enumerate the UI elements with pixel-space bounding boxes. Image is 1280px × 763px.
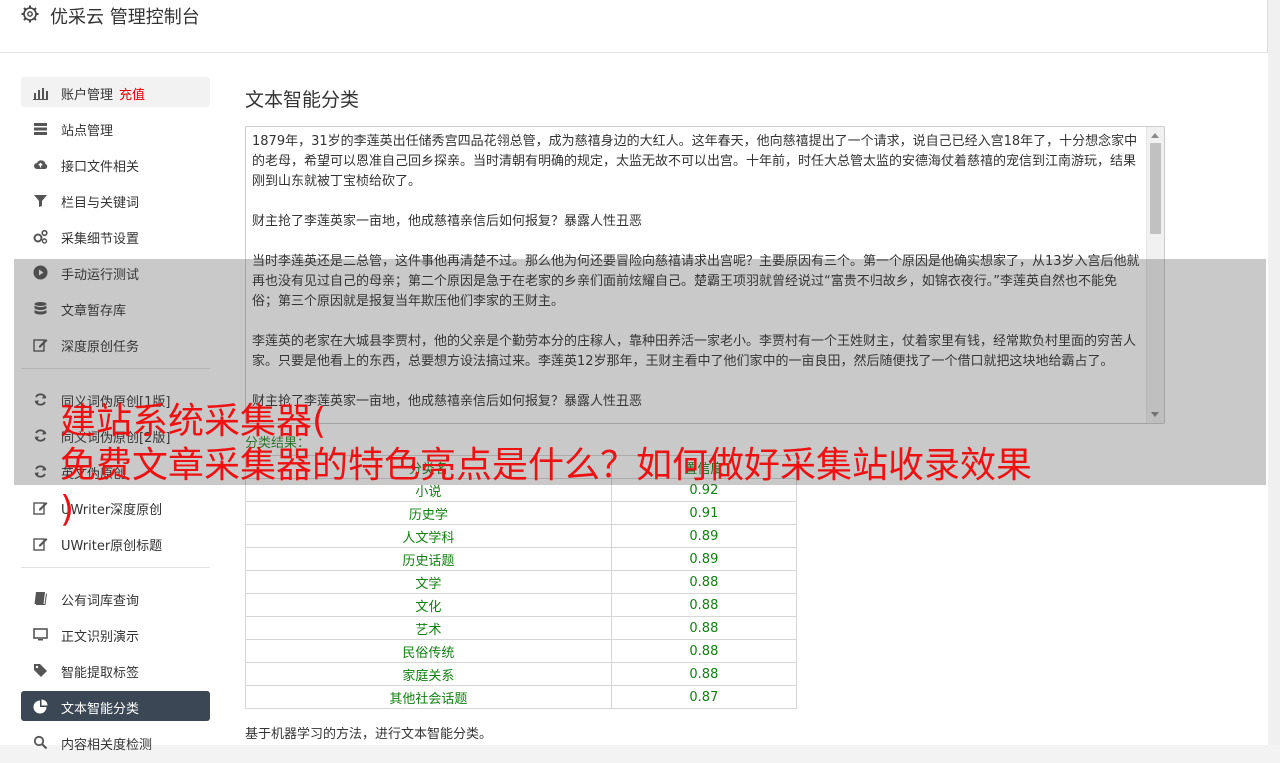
app-title: 优采云 管理控制台 — [50, 7, 200, 28]
headline-line: 免费文章采集器的特色亮点是什么？如何做好采集站收录效果 — [60, 445, 1033, 486]
table-row: 文化 0.88 — [245, 593, 798, 617]
sidebar-item-uwriter-title[interactable]: UWriter原创标题 — [21, 528, 210, 558]
category-cell: 历史话题 — [245, 547, 612, 571]
confidence-cell: 0.88 — [610, 662, 798, 686]
confidence-cell: 0.88 — [610, 639, 798, 663]
sidebar-item-columns-keywords[interactable]: 栏目与关键词 — [21, 185, 210, 215]
category-cell: 文学 — [245, 570, 612, 594]
table-row: 民俗传统 0.88 — [245, 639, 798, 663]
sidebar-item-sites[interactable]: 站点管理 — [21, 113, 210, 143]
article-paragraph: 财主抢了李莲英家一亩地，他成慈禧亲信后如何报复？暴露人性丑恶 — [252, 214, 643, 229]
headline-line: ) — [60, 489, 75, 530]
headline-line: 建站系统采集器( — [60, 401, 327, 442]
monitor-icon — [33, 628, 48, 641]
edit-icon — [33, 538, 48, 551]
sidebar-item-smart-tags[interactable]: 智能提取标签 — [21, 655, 210, 685]
sidebar-divider — [21, 567, 210, 568]
table-row: 其他社会话题 0.87 — [245, 685, 798, 709]
sidebar-item-content-relevance[interactable]: 内容相关度检测 — [21, 727, 210, 757]
category-cell: 家庭关系 — [245, 662, 612, 686]
table-row: 家庭关系 0.88 — [245, 662, 798, 686]
sidebar-item-public-lexicon[interactable]: 公有词库查询 — [21, 583, 210, 613]
sidebar-item-label: 文本智能分类 — [61, 702, 140, 717]
confidence-cell: 0.87 — [610, 685, 798, 709]
article-paragraph: 1879年，31岁的李莲英出任储秀宫四品花翎总管，成为慈禧身边的大红人。这年春天… — [252, 134, 1138, 189]
tag-icon — [34, 664, 47, 677]
sidebar-item-label: 正文识别演示 — [61, 630, 140, 645]
scroll-thumb[interactable] — [1150, 143, 1161, 234]
category-cell: 民俗传统 — [245, 639, 612, 663]
sidebar-item-account[interactable]: 账户管理 充值 — [21, 77, 210, 107]
page-title: 文本智能分类 — [245, 89, 360, 111]
category-cell: 艺术 — [245, 616, 612, 640]
pie-chart-icon — [33, 699, 48, 714]
recharge-link[interactable]: 充值 — [119, 88, 145, 103]
sidebar-item-label: 账户管理 充值 — [61, 88, 146, 103]
server-icon — [34, 123, 47, 135]
sidebar-item-collect-settings[interactable]: 采集细节设置 — [21, 221, 210, 251]
table-row: 历史话题 0.89 — [245, 547, 798, 571]
gear-icon[interactable] — [20, 4, 40, 24]
scroll-up-icon[interactable] — [1151, 133, 1159, 138]
sidebar-item-label: 智能提取标签 — [61, 666, 140, 681]
confidence-cell: 0.88 — [610, 570, 798, 594]
confidence-cell: 0.88 — [610, 616, 798, 640]
edit-icon — [33, 502, 48, 515]
headline-banner: 建站系统采集器( 免费文章采集器的特色亮点是什么？如何做好采集站收录效果 ) — [60, 400, 1240, 532]
cloud-upload-icon — [34, 160, 48, 169]
sidebar-item-label: 站点管理 — [61, 124, 114, 139]
sidebar-item-label: UWriter原创标题 — [61, 539, 163, 554]
footnote: 基于机器学习的方法，进行文本智能分类。 — [245, 727, 493, 742]
sidebar-item-label: 公有词库查询 — [61, 594, 140, 609]
bar-chart-icon — [33, 88, 48, 100]
page-scrollbar[interactable] — [1267, 0, 1280, 745]
sidebar-item-label: 内容相关度检测 — [61, 738, 153, 753]
table-row: 文学 0.88 — [245, 570, 798, 594]
sidebar-item-label: 接口文件相关 — [61, 160, 140, 175]
book-icon — [34, 592, 47, 605]
search-icon — [33, 735, 48, 750]
table-row: 艺术 0.88 — [245, 616, 798, 640]
confidence-cell: 0.88 — [610, 593, 798, 617]
category-cell: 文化 — [245, 593, 612, 617]
category-cell: 其他社会话题 — [245, 685, 612, 709]
top-bar: 优采云 管理控制台 — [0, 0, 1269, 53]
confidence-cell: 0.89 — [610, 547, 798, 571]
sidebar-item-label: 栏目与关键词 — [61, 196, 140, 211]
sidebar-item-text-recognition[interactable]: 正文识别演示 — [21, 619, 210, 649]
gears-icon — [33, 229, 48, 244]
sidebar-item-api-files[interactable]: 接口文件相关 — [21, 149, 210, 179]
sidebar-item-label: 采集细节设置 — [61, 232, 140, 247]
sidebar-item-text-classify[interactable]: 文本智能分类 — [21, 691, 210, 721]
filter-icon — [34, 195, 47, 207]
